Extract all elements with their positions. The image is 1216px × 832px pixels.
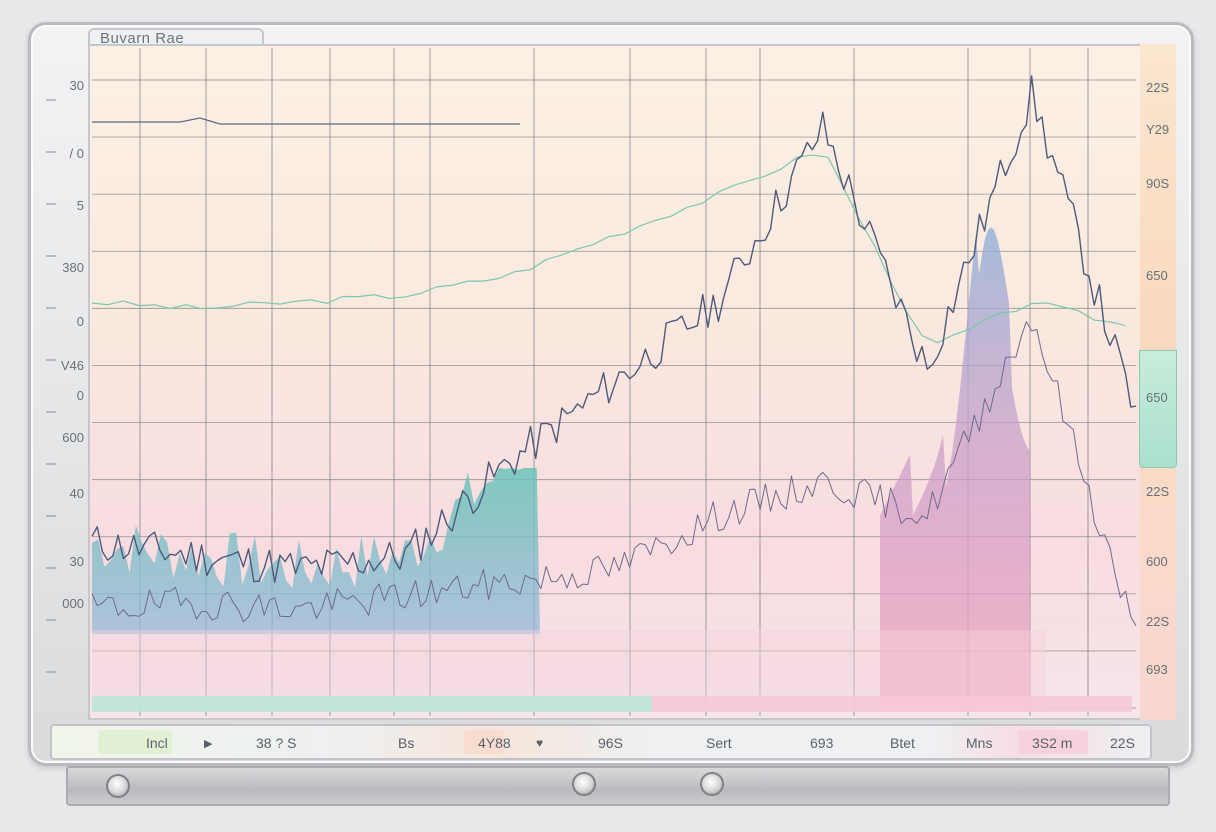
left-tick: V46 xyxy=(60,358,84,373)
bottom-label: Incl xyxy=(146,735,168,751)
knob-button[interactable] xyxy=(572,772,596,796)
bottom-label: Sert xyxy=(706,735,732,751)
bottom-label: 693 xyxy=(810,735,834,751)
bottom-label: 4Y88 xyxy=(478,735,511,751)
right-tick: 22S xyxy=(1146,80,1170,95)
bottom-strip-green xyxy=(92,696,652,712)
bottom-label: 22S xyxy=(1110,735,1135,751)
left-tick: 5 xyxy=(76,198,84,213)
left-tick: / 0 xyxy=(69,146,84,161)
knob-button[interactable] xyxy=(106,774,130,798)
chart-canvas xyxy=(46,48,1137,716)
right-tick: 600 xyxy=(1146,554,1168,569)
bottom-strip-pink xyxy=(652,696,1132,712)
left-tick: 30 xyxy=(69,554,84,569)
right-tick: 650 xyxy=(1146,390,1168,405)
bottom-label: Btet xyxy=(890,735,915,751)
right-tick: 22S xyxy=(1146,484,1170,499)
bottom-label: 38 ? S xyxy=(256,735,297,751)
area-series-teal xyxy=(92,468,540,634)
knob-button[interactable] xyxy=(700,772,724,796)
left-axis: 30 / 0 5 380 0 V46 0 600 40 30 000 xyxy=(40,70,88,710)
right-tick: 90S xyxy=(1146,176,1170,191)
monitor-stand xyxy=(66,766,1170,806)
right-tick: 22S xyxy=(1146,614,1170,629)
left-tick: 000 xyxy=(62,596,84,611)
left-tick: 0 xyxy=(76,314,84,329)
left-tick: 30 xyxy=(69,78,84,93)
play-icon[interactable]: ▶ xyxy=(204,737,212,750)
right-tick: 650 xyxy=(1146,268,1168,283)
bottom-label: 96S xyxy=(598,735,623,751)
reference-line-top xyxy=(92,117,520,125)
left-tick: 600 xyxy=(62,430,84,445)
right-tick: Y29 xyxy=(1146,122,1170,137)
bottom-label: Mns xyxy=(966,735,993,751)
bottom-label: 3S2 m xyxy=(1032,735,1073,751)
left-tick: 0 xyxy=(76,388,84,403)
right-tick: 693 xyxy=(1146,662,1168,677)
left-tick: 40 xyxy=(69,486,84,501)
left-tick: 380 xyxy=(62,260,84,275)
bottom-label: Bs xyxy=(398,735,415,751)
heart-icon[interactable]: ♥ xyxy=(536,736,543,750)
bottom-status-bar: Incl ▶ 38 ? S Bs 4Y88 ♥ 96S Sert 693 Bte… xyxy=(50,724,1152,760)
